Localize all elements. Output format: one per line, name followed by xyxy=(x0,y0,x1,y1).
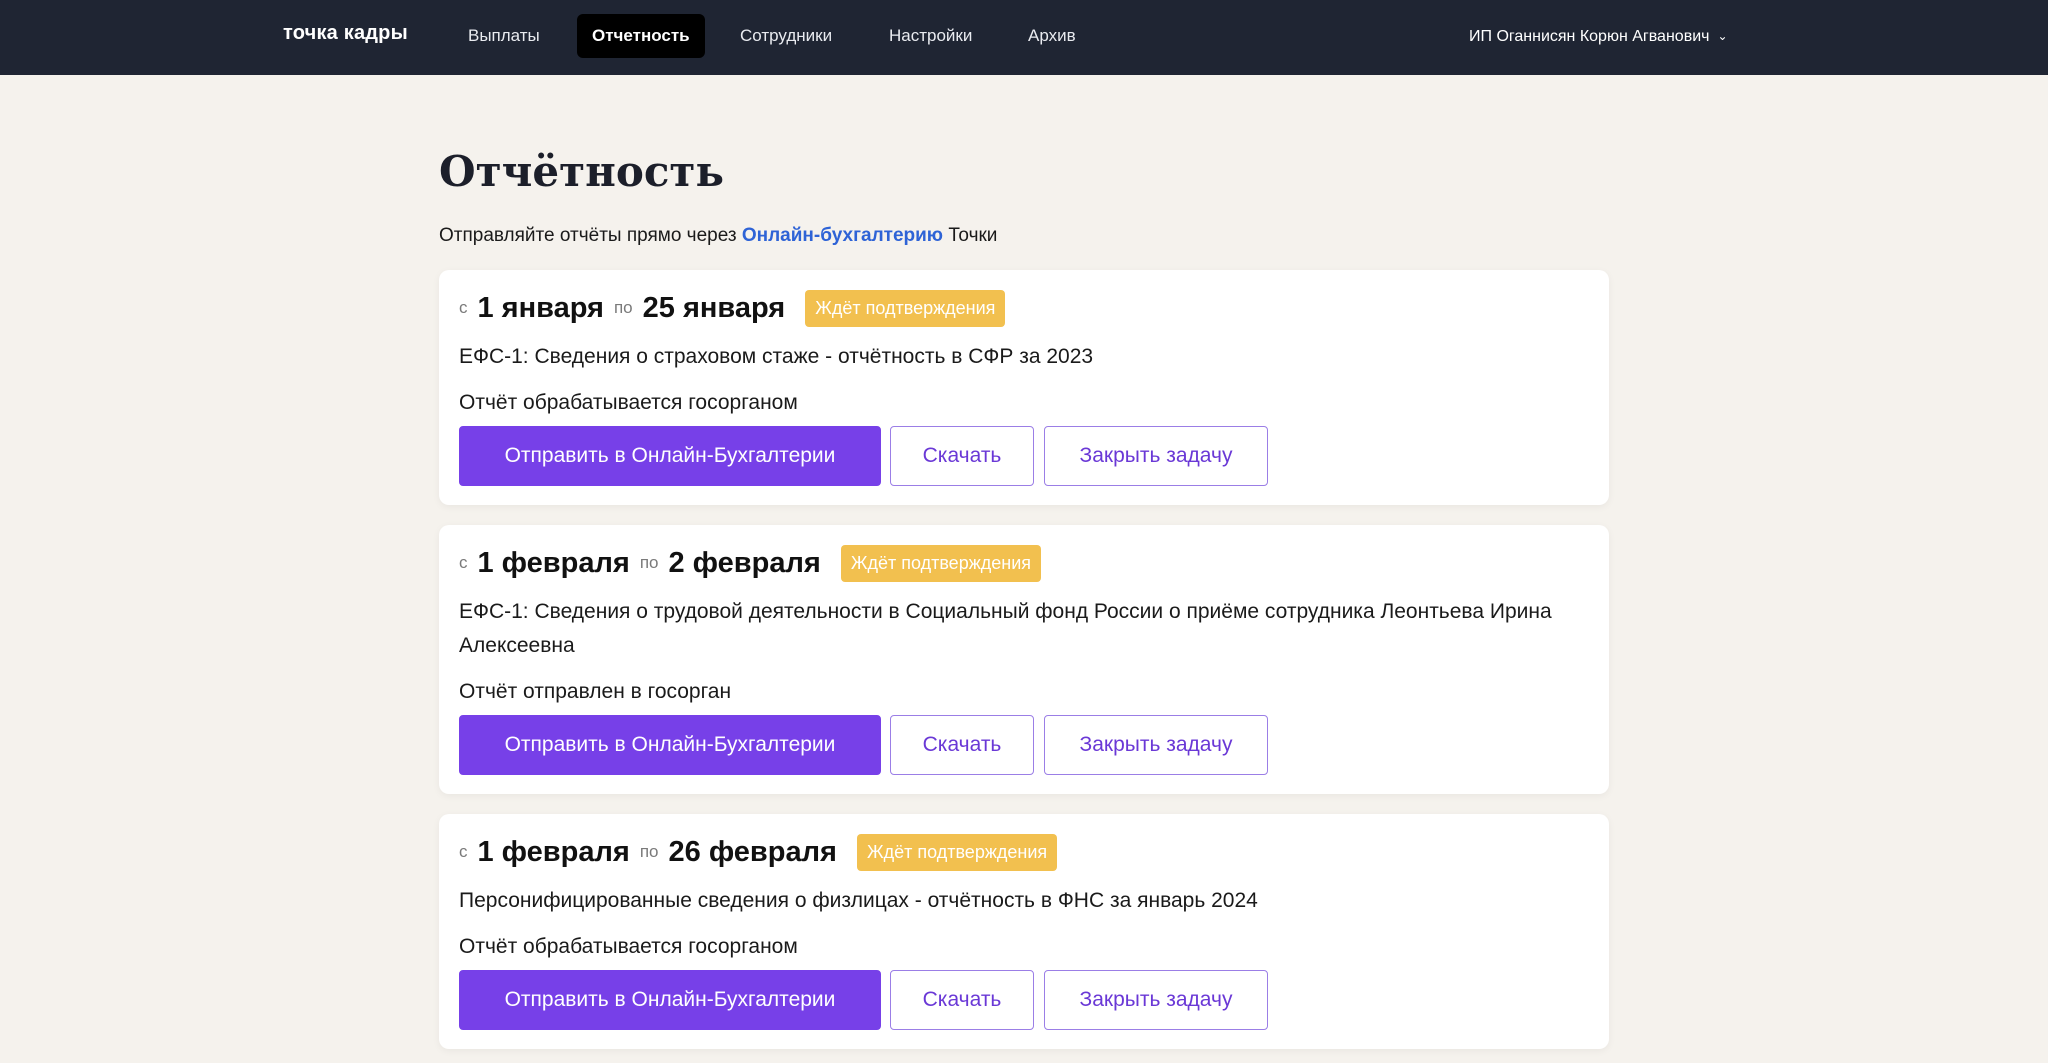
nav-item-reports[interactable]: Отчетность xyxy=(577,14,705,58)
nav-item-settings[interactable]: Настройки xyxy=(874,14,987,58)
page-subtitle: Отправляйте отчёты прямо через Онлайн-бу… xyxy=(439,225,997,247)
user-name: ИП Оганнисян Корюн Агванович xyxy=(1469,28,1710,45)
subtitle-text-prefix: Отправляйте отчёты прямо через xyxy=(439,225,737,246)
send-to-accounting-button[interactable]: Отправить в Онлайн-Бухгалтерии xyxy=(459,426,881,486)
nav-item-payments[interactable]: Выплаты xyxy=(453,14,555,58)
date-from: 1 февраля xyxy=(477,546,630,579)
from-label: с xyxy=(459,298,468,317)
subtitle-text-suffix: Точки xyxy=(948,225,998,246)
report-card: с 1 января по 25 января Ждёт подтвержден… xyxy=(439,270,1609,505)
nav-item-archive[interactable]: Архив xyxy=(1013,14,1091,58)
from-label: с xyxy=(459,842,468,861)
close-task-button[interactable]: Закрыть задачу xyxy=(1044,970,1268,1030)
download-button[interactable]: Скачать xyxy=(890,715,1034,775)
report-description: Персонифицированные сведения о физлицах … xyxy=(459,889,1258,912)
status-badge: Ждёт подтверждения xyxy=(856,833,1058,871)
close-task-button[interactable]: Закрыть задачу xyxy=(1044,715,1268,775)
user-menu[interactable]: ИП Оганнисян Корюн Агванович ⌄ xyxy=(1469,14,1728,58)
nav-item-employees[interactable]: Сотрудники xyxy=(725,14,847,58)
chevron-down-icon: ⌄ xyxy=(1717,29,1728,43)
send-to-accounting-button[interactable]: Отправить в Онлайн-Бухгалтерии xyxy=(459,970,881,1030)
report-period: с 1 февраля по 26 февраля Ждёт подтвержд… xyxy=(459,832,1058,872)
report-card: с 1 февраля по 2 февраля Ждёт подтвержде… xyxy=(439,525,1609,794)
close-task-button[interactable]: Закрыть задачу xyxy=(1044,426,1268,486)
top-navigation-bar: точка кадры Выплаты Отчетность Сотрудник… xyxy=(0,0,2048,75)
date-from: 1 февраля xyxy=(477,835,630,868)
date-to: 2 февраля xyxy=(668,546,821,579)
to-label: по xyxy=(639,842,659,861)
report-status: Отчёт отправлен в госорган xyxy=(459,680,732,703)
report-description: ЕФС-1: Сведения о страховом стаже - отчё… xyxy=(459,345,1094,368)
send-to-accounting-button[interactable]: Отправить в Онлайн-Бухгалтерии xyxy=(459,715,881,775)
online-accounting-link[interactable]: Онлайн-бухгалтерию xyxy=(742,225,943,246)
to-label: по xyxy=(613,298,633,317)
page-title: Отчётность xyxy=(439,147,724,196)
date-to: 25 января xyxy=(642,291,786,324)
to-label: по xyxy=(639,553,659,572)
report-period: с 1 февраля по 2 февраля Ждёт подтвержде… xyxy=(459,543,1041,583)
report-description: ЕФС-1: Сведения о трудовой деятельности … xyxy=(459,600,1552,657)
report-period: с 1 января по 25 января Ждёт подтвержден… xyxy=(459,288,1006,328)
brand-logo[interactable]: точка кадры xyxy=(283,22,408,45)
report-card: с 1 февраля по 26 февраля Ждёт подтвержд… xyxy=(439,814,1609,1049)
date-to: 26 февраля xyxy=(668,835,837,868)
status-badge: Ждёт подтверждения xyxy=(805,289,1006,327)
download-button[interactable]: Скачать xyxy=(890,970,1034,1030)
report-status: Отчёт обрабатывается госорганом xyxy=(459,935,798,958)
status-badge: Ждёт подтверждения xyxy=(840,544,1041,582)
from-label: с xyxy=(459,553,468,572)
date-from: 1 января xyxy=(477,291,604,324)
report-status: Отчёт обрабатывается госорганом xyxy=(459,391,798,414)
download-button[interactable]: Скачать xyxy=(890,426,1034,486)
